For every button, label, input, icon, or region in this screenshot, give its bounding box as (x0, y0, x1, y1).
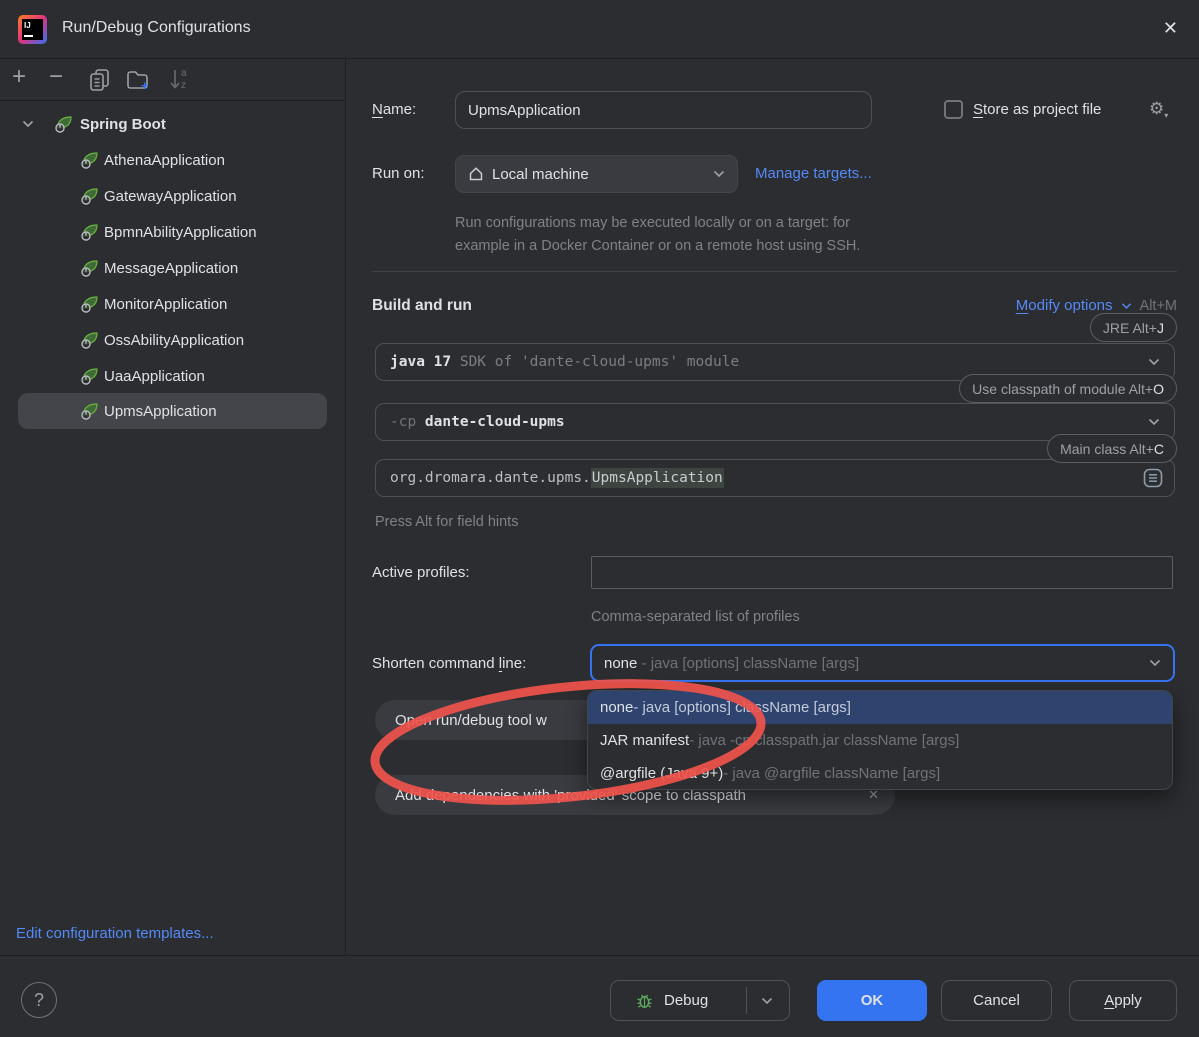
spring-boot-icon (80, 186, 100, 206)
shorten-dropdown-popup: none - java [options] className [args] J… (587, 690, 1173, 790)
tree-item-label: AthenaApplication (104, 152, 225, 169)
tree-item-gateway[interactable]: GatewayApplication (0, 178, 345, 214)
tree-item-upms-selected[interactable]: UpmsApplication (0, 393, 345, 429)
tree-item-label: UaaApplication (104, 368, 205, 385)
manage-targets-link[interactable]: Manage targets... (755, 165, 872, 182)
edit-configuration-templates-link[interactable]: Edit configuration templates... (16, 925, 214, 942)
add-configuration-icon[interactable]: + (12, 63, 26, 91)
chevron-down-icon (1149, 659, 1161, 667)
main-class-hint-pill: Main class Alt+C (1047, 434, 1177, 463)
shorten-command-line-label: Shorten command line: (372, 655, 526, 672)
footer-separator (0, 955, 1199, 956)
gear-icon[interactable]: ⚙▾ (1149, 99, 1168, 120)
name-label: Name: (372, 101, 416, 118)
tree-item-athena[interactable]: AthenaApplication (0, 142, 345, 178)
chevron-down-icon[interactable] (1121, 302, 1132, 310)
ok-button[interactable]: OK (817, 980, 927, 1021)
run-on-help-line2: example in a Docker Container or on a re… (455, 238, 860, 254)
tree-item-label: MonitorApplication (104, 296, 227, 313)
build-and-run-title: Build and run (372, 297, 472, 315)
tree-item-label: UpmsApplication (104, 403, 217, 420)
spring-boot-icon (80, 222, 100, 242)
debug-bug-icon (635, 991, 654, 1010)
title-bar: IJ Run/Debug Configurations ✕ (0, 0, 1199, 59)
chevron-down-icon (1148, 418, 1160, 426)
sort-alphabetically-icon[interactable]: a z (168, 67, 192, 93)
name-input[interactable] (455, 91, 872, 129)
tree-item-label: MessageApplication (104, 260, 238, 277)
browse-main-class-icon[interactable] (1142, 467, 1164, 489)
section-divider (372, 271, 1177, 272)
modify-options-shortcut: Alt+M (1140, 298, 1177, 314)
modify-options-group: Modify options Alt+M (1016, 297, 1177, 314)
run-on-value: Local machine (492, 166, 589, 183)
shorten-value: none - java [options] className [args] (604, 655, 859, 672)
jre-hint-pill: JRE Alt+J (1090, 313, 1177, 342)
tree-item-monitor[interactable]: MonitorApplication (0, 286, 345, 322)
store-as-project-file-checkbox[interactable] (944, 100, 963, 119)
jre-value: java 17 SDK of 'dante-cloud-upms' module (390, 354, 739, 370)
active-profiles-input[interactable] (591, 556, 1173, 589)
spring-boot-icon (80, 294, 100, 314)
main-class-value: org.dromara.dante.upms.UpmsApplication (390, 470, 724, 486)
debug-button-label: Debug (664, 992, 708, 1009)
house-icon (468, 166, 484, 182)
tree-root-spring-boot[interactable]: Spring Boot (0, 106, 345, 142)
active-profiles-label: Active profiles: (372, 564, 470, 581)
tree-item-label: OssAbilityApplication (104, 332, 244, 349)
remove-configuration-icon[interactable]: − (49, 63, 63, 91)
close-icon[interactable]: ✕ (1163, 18, 1178, 39)
classpath-hint-pill: Use classpath of module Alt+O (959, 374, 1177, 403)
chevron-down-icon[interactable] (22, 120, 34, 128)
run-on-select[interactable]: Local machine (455, 155, 738, 193)
tree-item-message[interactable]: MessageApplication (0, 250, 345, 286)
spring-boot-icon (80, 258, 100, 278)
run-on-label: Run on: (372, 165, 425, 182)
new-folder-icon[interactable]: + (126, 69, 152, 91)
dropdown-option-jar-manifest[interactable]: JAR manifest - java -cp classpath.jar cl… (588, 724, 1172, 757)
shorten-command-line-select[interactable]: none - java [options] className [args] (590, 644, 1175, 682)
tree-item-uaa[interactable]: UaaApplication (0, 358, 345, 394)
apply-button[interactable]: Apply (1069, 980, 1177, 1021)
debug-split-button[interactable]: Debug (610, 980, 790, 1021)
help-icon: ? (34, 990, 44, 1011)
store-as-project-file-label[interactable]: Store as project file (973, 101, 1101, 118)
spring-boot-icon (80, 330, 100, 350)
dropdown-option-none[interactable]: none - java [options] className [args] (588, 691, 1172, 724)
active-profiles-help: Comma-separated list of profiles (591, 609, 800, 625)
sidebar-toolbar: + − + a z (0, 59, 345, 101)
cancel-button[interactable]: Cancel (941, 980, 1052, 1021)
dropdown-option-argfile[interactable]: @argfile (Java 9+) - java @argfile class… (588, 757, 1172, 790)
chevron-down-icon (713, 170, 725, 178)
sidebar-separator (345, 59, 346, 955)
classpath-value: -cp dante-cloud-upms (390, 414, 565, 430)
spring-boot-icon (54, 114, 74, 134)
dialog-title: Run/Debug Configurations (62, 19, 251, 37)
svg-text:+: + (141, 78, 149, 91)
help-button[interactable]: ? (21, 982, 57, 1018)
tree-item-bpmn[interactable]: BpmnAbilityApplication (0, 214, 345, 250)
sort-a-glyph: a (181, 68, 187, 79)
run-debug-configurations-dialog: IJ Run/Debug Configurations ✕ + − + (0, 0, 1199, 1037)
sort-z-glyph: z (181, 80, 186, 91)
tree-item-label: GatewayApplication (104, 188, 237, 205)
run-on-help-line1: Run configurations may be executed local… (455, 215, 850, 231)
spring-boot-icon (80, 401, 100, 421)
spring-boot-icon (80, 150, 100, 170)
open-run-debug-tool-label: Open run/debug tool w (395, 712, 547, 729)
tree-root-label: Spring Boot (80, 116, 166, 133)
intellij-logo-icon: IJ (18, 15, 47, 44)
tree-item-label: BpmnAbilityApplication (104, 224, 257, 241)
chevron-down-icon[interactable] (761, 997, 773, 1005)
spring-boot-icon (80, 366, 100, 386)
tree-item-ossability[interactable]: OssAbilityApplication (0, 322, 345, 358)
main-class-field[interactable]: org.dromara.dante.upms.UpmsApplication (375, 459, 1175, 497)
debug-split-divider (746, 987, 747, 1014)
chevron-down-icon (1148, 358, 1160, 366)
copy-configuration-icon[interactable] (88, 68, 110, 92)
modify-options-link[interactable]: Modify options (1016, 297, 1113, 314)
press-alt-hint: Press Alt for field hints (375, 514, 518, 530)
